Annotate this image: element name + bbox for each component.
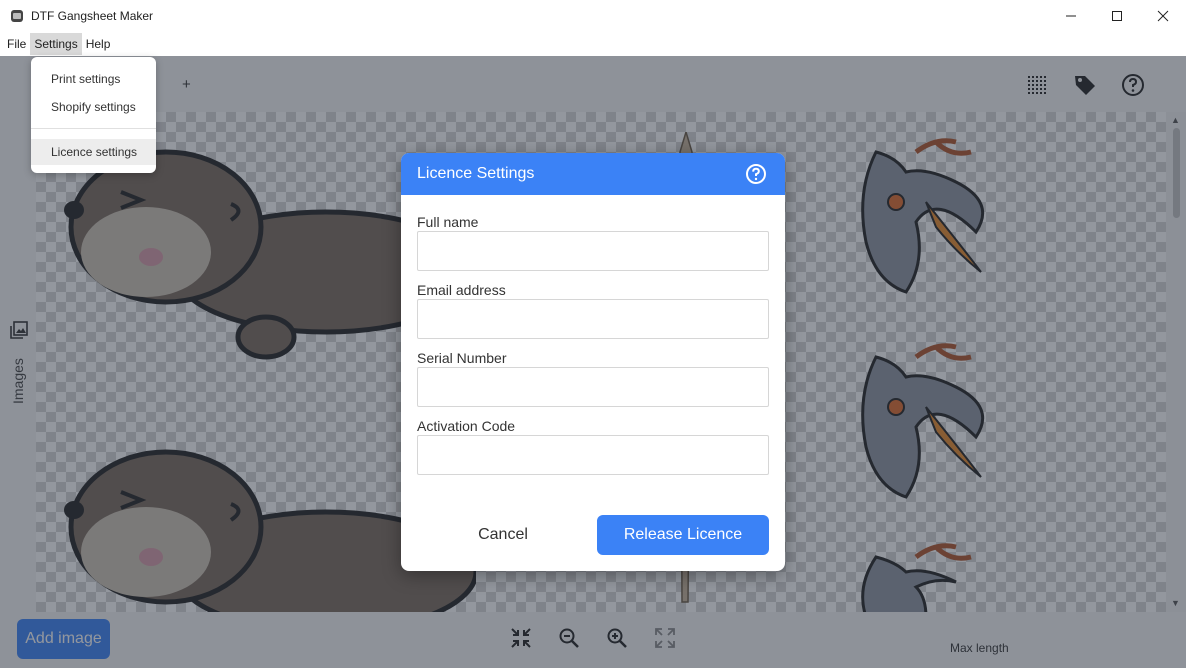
menu-item-print-settings[interactable]: Print settings — [31, 66, 156, 92]
help-icon[interactable] — [745, 163, 767, 185]
minimize-icon — [1066, 15, 1076, 17]
email-address-label: Email address — [417, 282, 506, 298]
cancel-button[interactable]: Cancel — [427, 515, 579, 555]
activation-code-input[interactable] — [417, 435, 769, 475]
release-licence-button[interactable]: Release Licence — [597, 515, 769, 555]
maximize-button[interactable] — [1094, 0, 1140, 32]
settings-dropdown-menu: Print settings Shopify settings Licence … — [31, 57, 156, 173]
full-name-label: Full name — [417, 214, 479, 230]
close-button[interactable] — [1140, 0, 1186, 32]
dialog-title: Licence Settings — [417, 165, 535, 182]
window-controls — [1048, 0, 1186, 32]
menu-file[interactable]: File — [3, 33, 30, 55]
title-bar: DTF Gangsheet Maker — [0, 0, 1186, 32]
menu-help[interactable]: Help — [82, 33, 115, 55]
minimize-button[interactable] — [1048, 0, 1094, 32]
licence-settings-dialog: Licence Settings Full name Email address… — [401, 153, 785, 571]
menu-item-licence-settings[interactable]: Licence settings — [31, 139, 156, 165]
app-icon — [11, 10, 23, 22]
activation-code-label: Activation Code — [417, 418, 516, 434]
full-name-input[interactable] — [417, 231, 769, 271]
close-icon — [1157, 10, 1169, 22]
serial-number-label: Serial Number — [417, 350, 507, 366]
menu-bar: File Settings Help — [0, 32, 1186, 56]
menu-item-shopify-settings[interactable]: Shopify settings — [31, 94, 156, 120]
menu-separator — [31, 128, 156, 129]
serial-number-input[interactable] — [417, 367, 769, 407]
email-address-input[interactable] — [417, 299, 769, 339]
maximize-icon — [1112, 11, 1122, 21]
menu-settings[interactable]: Settings — [30, 33, 82, 55]
dialog-header: Licence Settings — [401, 153, 785, 195]
window-title: DTF Gangsheet Maker — [31, 9, 154, 23]
